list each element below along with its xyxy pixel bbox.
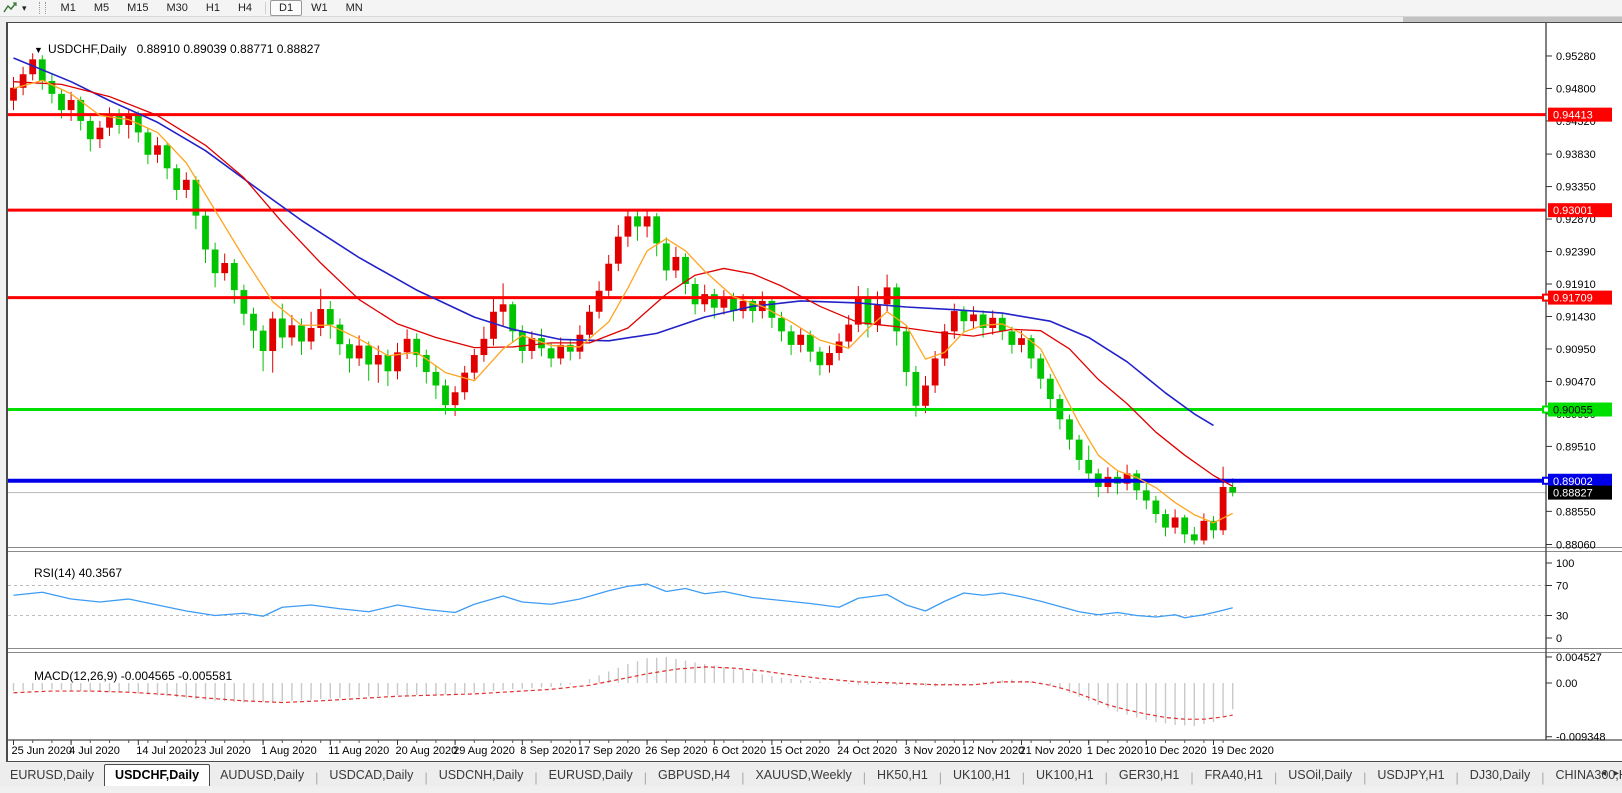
toolbar-separator [265,2,266,14]
timeframe-button-m1[interactable]: M1 [52,0,85,16]
macd-values: -0.004565 -0.005581 [121,669,232,683]
timeframe-button-m5[interactable]: M5 [85,0,118,16]
price-axis-label: 0.90950 [1556,344,1596,356]
price-axis-label: 0.88060 [1556,540,1596,552]
timeframe-button-h4[interactable]: H4 [229,0,261,16]
toolbar-grip-handle[interactable] [39,2,46,14]
chart-tab-hk50-h1[interactable]: HK50,H1 [867,765,938,786]
chart-window[interactable]: 0.952800.948000.943200.938300.933500.928… [6,22,1622,762]
date-axis-label: 10 Dec 2020 [1144,745,1206,757]
rsi-value: 40.3567 [79,566,122,580]
chart-tab-usdcad-daily[interactable]: USDCAD,Daily [319,765,423,786]
date-axis-label: 14 Jul 2020 [136,745,193,757]
horizontal-level-lines[interactable] [8,115,1546,481]
date-axis[interactable]: 25 Jun 20204 Jul 2020 14 Jul 202023 Jul 2… [12,740,1274,757]
date-axis-label: 19 Dec 2020 [1212,745,1274,757]
price-axis[interactable]: 0.952800.948000.943200.938300.933500.928… [1546,51,1606,744]
timeframe-button-h1[interactable]: H1 [197,0,229,16]
price-axis-label: 0.91910 [1556,279,1596,291]
timeframe-button-m15[interactable]: M15 [118,0,157,16]
price-axis-label: 0.90470 [1556,376,1596,388]
chart-tab-uk100-h1[interactable]: UK100,H1 [943,765,1021,786]
chart-ohlc-values: 0.88910 0.89039 0.88771 0.88827 [137,42,321,56]
chart-tab-fra40-h1[interactable]: FRA40,H1 [1195,765,1273,786]
price-chart-canvas[interactable]: 0.952800.948000.943200.938300.933500.928… [8,23,1622,763]
ma-slow-blue [14,58,1214,425]
macd-axis-label: 0.004527 [1556,652,1602,664]
date-axis-label: 8 Sep 2020 [520,745,576,757]
macd-axis-label: 0.00 [1556,678,1577,690]
svg-text:0.88827: 0.88827 [1553,488,1593,500]
price-axis-label: 0.92390 [1556,247,1596,259]
timeframe-button-d1[interactable]: D1 [270,0,302,16]
date-axis-label: 25 Jun 2020 [12,745,73,757]
indicator-zigzag-icon[interactable] [2,1,20,15]
price-axis-label: 0.88550 [1556,506,1596,518]
svg-text:0.93001: 0.93001 [1553,205,1593,217]
date-axis-label: 12 Nov 2020 [962,745,1024,757]
price-axis-label: 0.93350 [1556,182,1596,194]
price-axis-label: 0.91430 [1556,311,1596,323]
rsi-pane [8,584,1546,618]
svg-text:0.90055: 0.90055 [1553,405,1593,417]
chart-tab-usoil-daily[interactable]: USOil,Daily [1278,765,1362,786]
date-axis-label: 15 Oct 2020 [770,745,830,757]
tab-scroll-left-icon[interactable]: ◂ [1601,768,1606,779]
ma-mid-red [14,82,1233,487]
chart-tab-gbpusd-h4[interactable]: GBPUSD,H4 [648,765,740,786]
chart-tab-usdcnh-daily[interactable]: USDCNH,Daily [429,765,534,786]
ma-fast-orange [14,80,1233,523]
chart-tab-eurusd-daily[interactable]: EURUSD,Daily [0,765,104,786]
chart-tab-usdchf-daily[interactable]: USDCHF,Daily [104,764,210,787]
price-axis-label: 0.93830 [1556,149,1596,161]
macd-axis-label: -0.009348 [1556,732,1606,744]
rsi-axis-label: 30 [1556,611,1568,623]
toolbar-dropdown-caret-icon[interactable]: ▾ [22,3,27,14]
date-axis-label: 20 Aug 2020 [396,745,458,757]
date-axis-label: 1 Dec 2020 [1087,745,1143,757]
price-axis-label: 0.95280 [1556,51,1596,63]
date-axis-label: 1 Aug 2020 [261,745,317,757]
chart-title: ▼ USDCHF,Daily 0.88910 0.89039 0.88771 0.8… [14,28,320,70]
tab-scroll-arrows: ◂ ▸ [1601,768,1619,779]
date-axis-label: 24 Oct 2020 [837,745,897,757]
chart-symbol-period: USDCHF,Daily [48,42,127,56]
rsi-axis-label: 0 [1556,633,1562,645]
rsi-axis-label: 100 [1556,558,1574,570]
chart-title-marker-icon: ▼ [34,45,43,55]
date-axis-label: 4 Jul 2020 [69,745,120,757]
timeframe-buttons: M1M5M15M30H1H4 D1W1MN [52,0,372,16]
price-axis-label: 0.89510 [1556,441,1596,453]
rsi-indicator-label: RSI(14) 40.3567 [14,552,122,594]
timeframe-button-mn[interactable]: MN [337,0,372,16]
date-axis-label: 21 Nov 2020 [1020,745,1082,757]
svg-text:0.94413: 0.94413 [1553,110,1593,122]
date-axis-label: 3 Nov 2020 [904,745,960,757]
trading-app-window: ▾ M1M5M15M30H1H4 D1W1MN 0.95280 0.94800 0.9… [0,0,1622,793]
chart-tab-dj30-daily[interactable]: DJ30,Daily [1460,765,1540,786]
status-strip [0,786,1622,793]
date-axis-label: 17 Sep 2020 [578,745,640,757]
chart-tab-bar: EURUSD,DailyUSDCHF,DailyAUDUSD,Daily|USD… [0,763,1622,786]
price-axis-label: 0.94800 [1556,83,1596,95]
chart-tab-xauusd-weekly[interactable]: XAUUSD,Weekly [745,765,861,786]
chart-tab-ger30-h1[interactable]: GER30,H1 [1109,765,1189,786]
timeframe-button-m30[interactable]: M30 [158,0,197,16]
tab-scroll-right-icon[interactable]: ▸ [1614,768,1619,779]
timeframe-toolbar: ▾ M1M5M15M30H1H4 D1W1MN [0,0,1622,17]
chart-tab-usdjpy-h1[interactable]: USDJPY,H1 [1367,765,1454,786]
date-axis-label: 23 Jul 2020 [194,745,251,757]
date-axis-label: 29 Aug 2020 [453,745,515,757]
chart-tab-eurusd-daily[interactable]: EURUSD,Daily [539,765,643,786]
macd-indicator-label: MACD(12,26,9) -0.004565 -0.005581 [14,655,232,697]
timeframe-button-w1[interactable]: W1 [302,0,337,16]
date-axis-label: 6 Oct 2020 [712,745,766,757]
date-axis-label: 11 Aug 2020 [328,745,389,757]
svg-text:0.91709: 0.91709 [1553,293,1593,305]
chart-tab-uk100-h1[interactable]: UK100,H1 [1026,765,1104,786]
date-axis-label: 26 Sep 2020 [645,745,707,757]
rsi-axis-label: 70 [1556,581,1568,593]
chart-tab-audusd-daily[interactable]: AUDUSD,Daily [210,765,314,786]
